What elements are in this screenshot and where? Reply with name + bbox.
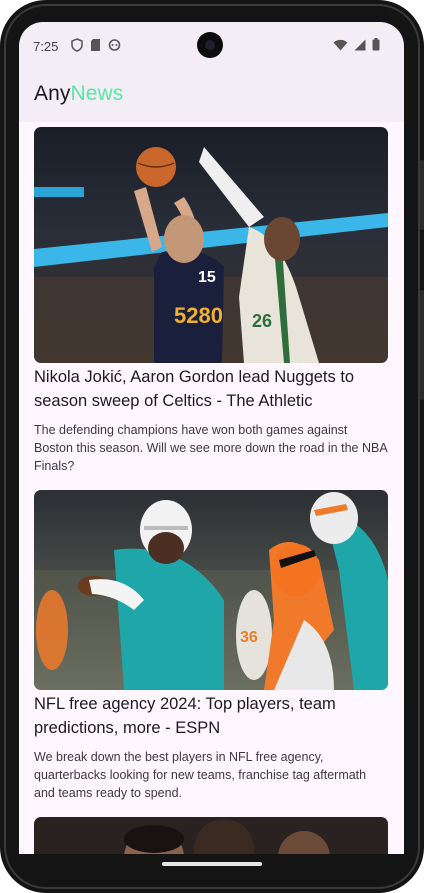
article-title[interactable]: NFL free agency 2024: Top players, team …	[34, 692, 388, 740]
article-title[interactable]: Nikola Jokić, Aaron Gordon lead Nuggets …	[34, 365, 388, 413]
status-time: 7:25	[33, 39, 59, 54]
svg-text:15: 15	[198, 269, 216, 286]
article-image[interactable]	[34, 817, 388, 854]
article-list[interactable]: 5280 15 26 Nikola Jokić, Aaron Gordon le…	[19, 122, 404, 854]
gesture-navigation-bar[interactable]	[162, 862, 262, 866]
article-description: The defending champions have won both ga…	[34, 423, 387, 473]
article-card[interactable]: 36 NFL free agency 2024: Top players, te…	[34, 490, 388, 802]
article-card[interactable]	[34, 817, 388, 854]
people-photo	[34, 817, 388, 854]
battery-icon	[372, 38, 380, 54]
screen: 7:25 AnyNews 5280 15 26 Nikola Jokić, Aa…	[19, 22, 404, 854]
power-button	[420, 160, 424, 230]
svg-text:36: 36	[240, 629, 258, 646]
sd-card-icon	[90, 38, 101, 55]
status-bar: 7:25	[19, 22, 404, 68]
wifi-icon	[333, 39, 348, 54]
signal-icon	[354, 39, 366, 54]
app-bar: AnyNews	[19, 68, 404, 122]
app-title-news: News	[70, 82, 124, 105]
app-title-any: Any	[34, 82, 71, 105]
shield-icon	[71, 38, 83, 55]
app-title: AnyNews	[34, 82, 123, 106]
svg-text:5280: 5280	[174, 303, 223, 328]
phone-frame: 7:25 AnyNews 5280 15 26 Nikola Jokić, Aa…	[0, 0, 424, 893]
article-image[interactable]: 5280 15 26	[34, 127, 388, 363]
front-camera	[197, 32, 223, 58]
svg-text:26: 26	[252, 311, 272, 331]
volume-button	[420, 290, 424, 400]
article-card[interactable]: 5280 15 26 Nikola Jokić, Aaron Gordon le…	[34, 127, 388, 475]
basketball-photo: 5280 15 26	[34, 127, 388, 363]
android-icon	[108, 38, 121, 55]
article-image[interactable]: 36	[34, 490, 388, 690]
article-description: We break down the best players in NFL fr…	[34, 750, 367, 800]
football-photo: 36	[34, 490, 388, 690]
